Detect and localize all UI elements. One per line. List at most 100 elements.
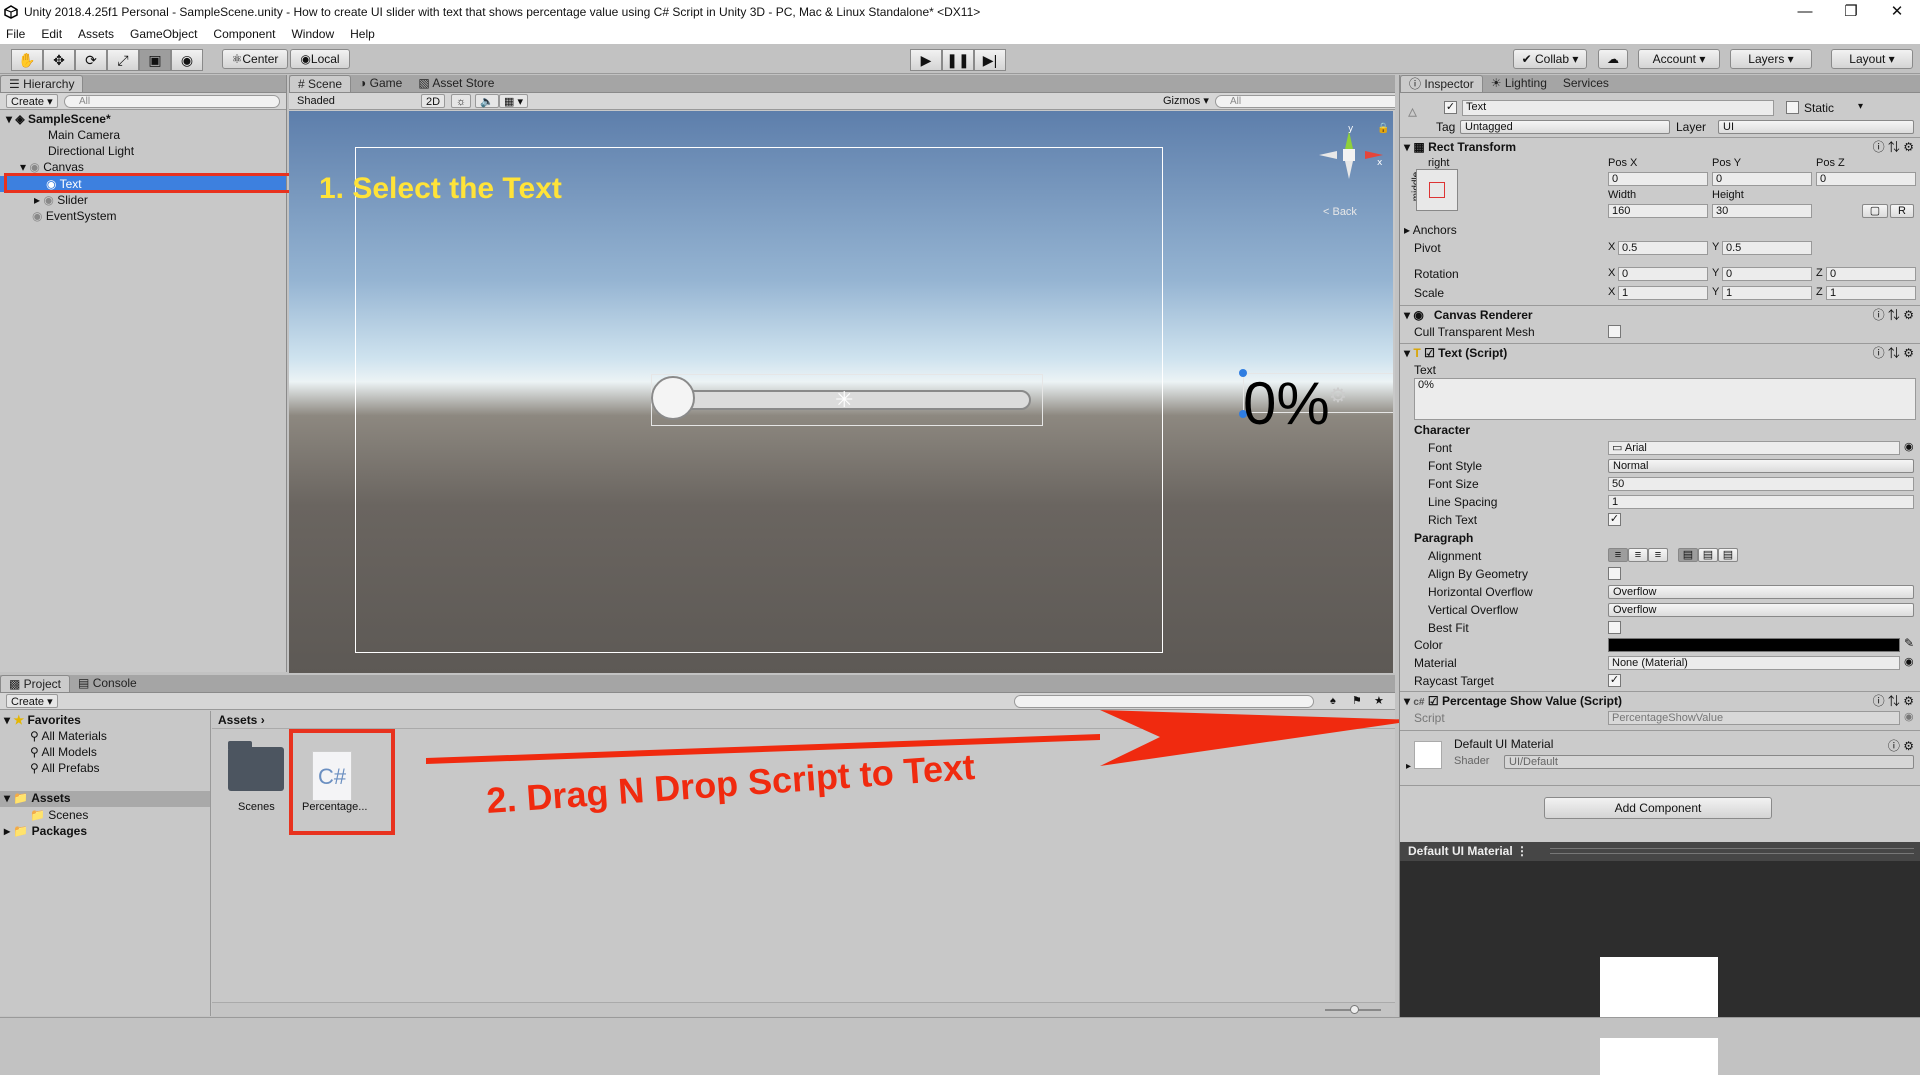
tab-inspector[interactable]: ⓘ Inspector xyxy=(1400,75,1483,92)
layers-dropdown[interactable]: Layers ▾ xyxy=(1730,49,1812,69)
folder-icon[interactable] xyxy=(228,747,284,791)
align-bottom-icon[interactable]: ▤ xyxy=(1718,548,1738,562)
raycast-checkbox[interactable]: ✓ xyxy=(1608,674,1621,687)
best-fit-checkbox[interactable] xyxy=(1608,621,1621,634)
align-right-icon[interactable]: ≡ xyxy=(1648,548,1668,562)
component-menu-icons[interactable]: ⓘ ⇅ ⚙ xyxy=(1873,306,1914,324)
pivot-center-button[interactable]: ⚛ Center xyxy=(222,49,288,69)
list-item[interactable]: Directional Light xyxy=(0,143,286,159)
line-spacing-field[interactable]: 1 xyxy=(1608,495,1914,509)
text-content-textarea[interactable]: 0% xyxy=(1414,378,1916,420)
posx-field[interactable]: 0 xyxy=(1608,172,1708,186)
scale-z-field[interactable]: 1 xyxy=(1826,286,1916,300)
static-dropdown-icon[interactable]: ▾ xyxy=(1858,101,1863,112)
align-left-icon[interactable]: ≡ xyxy=(1608,548,1628,562)
component-menu-icons[interactable]: ⓘ ⚙ xyxy=(1888,737,1914,754)
preview-header[interactable]: Default UI Material ⋮ xyxy=(1400,842,1920,861)
rect-transform-header[interactable]: ▾ ▦ Rect Transform ⓘ ⇅ ⚙ xyxy=(1400,137,1920,155)
cull-checkbox[interactable] xyxy=(1608,325,1621,338)
preview-drag-handle[interactable] xyxy=(1550,848,1914,854)
list-item[interactable]: Main Camera xyxy=(0,127,286,143)
component-menu-icons[interactable]: ⓘ ⇅ ⚙ xyxy=(1873,692,1914,710)
tab-game[interactable]: ◑ Game xyxy=(351,75,410,92)
tab-hierarchy[interactable]: ☰ Hierarchy xyxy=(0,75,84,92)
list-item[interactable]: ▸ ◉ Slider xyxy=(0,192,286,208)
list-item[interactable]: ⚲ All Prefabs xyxy=(30,761,100,775)
anchor-preset-button[interactable] xyxy=(1416,169,1458,211)
cloud-button[interactable]: ☁ xyxy=(1598,49,1628,69)
percent-text[interactable]: 0% xyxy=(1243,374,1330,434)
gizmos-dropdown[interactable]: Gizmos ▾ xyxy=(1159,94,1213,108)
pivot-x-field[interactable]: 0.5 xyxy=(1618,241,1708,255)
tab-console[interactable]: ▤ Console xyxy=(70,675,145,692)
text-script-header[interactable]: ▾ T ☑ Text (Script) ⓘ ⇅ ⚙ xyxy=(1400,343,1920,361)
blueprint-mode-icon[interactable]: ▢ xyxy=(1862,204,1888,218)
align-geometry-checkbox[interactable] xyxy=(1608,567,1621,580)
object-name-field[interactable]: Text xyxy=(1462,100,1774,116)
space-local-button[interactable]: ◉ Local xyxy=(290,49,350,69)
component-menu-icons[interactable]: ⓘ ⇅ ⚙ xyxy=(1873,138,1914,156)
maximize-icon[interactable]: ❐ xyxy=(1828,0,1874,24)
percentage-script-header[interactable]: ▾ c# ☑ Percentage Show Value (Script) ⓘ … xyxy=(1400,691,1920,709)
menu-help[interactable]: Help xyxy=(350,27,375,41)
rotate-tool-icon[interactable]: ⟳ xyxy=(75,49,107,71)
audio-toggle-icon[interactable]: 🔈 xyxy=(475,94,499,108)
list-item[interactable]: 📁 Scenes xyxy=(30,808,88,822)
menu-component[interactable]: Component xyxy=(213,27,275,41)
step-icon[interactable]: ▶| xyxy=(974,49,1006,71)
font-style-dropdown[interactable]: Normal xyxy=(1608,459,1914,473)
tab-lighting[interactable]: ☀ Lighting xyxy=(1483,75,1555,92)
anchors-foldout[interactable]: ▸ Anchors xyxy=(1404,223,1457,237)
packages-node[interactable]: ▸ 📁 Packages xyxy=(4,824,87,838)
tab-asset-store[interactable]: ▧ Asset Store xyxy=(410,75,502,92)
font-size-field[interactable]: 50 xyxy=(1608,477,1914,491)
slider-handle[interactable] xyxy=(651,376,695,420)
scale-tool-icon[interactable]: ⤢ xyxy=(107,49,139,71)
tag-dropdown[interactable]: Untagged xyxy=(1460,120,1670,134)
scale-y-field[interactable]: 1 xyxy=(1722,286,1812,300)
height-field[interactable]: 30 xyxy=(1712,204,1812,218)
lighting-toggle-icon[interactable]: ☼ xyxy=(451,94,472,108)
mode-2d-button[interactable]: 2D xyxy=(421,94,446,108)
menu-file[interactable]: File xyxy=(6,27,25,41)
assets-node[interactable]: ▾ 📁 Assets xyxy=(0,791,210,807)
posy-field[interactable]: 0 xyxy=(1712,172,1812,186)
raw-edit-button[interactable]: R xyxy=(1890,204,1914,218)
horizontal-overflow-dropdown[interactable]: Overflow xyxy=(1608,585,1914,599)
object-picker-icon[interactable]: ◉ xyxy=(1904,440,1914,453)
collab-button[interactable]: ✔ Collab ▾ xyxy=(1513,49,1587,69)
vertical-overflow-dropdown[interactable]: Overflow xyxy=(1608,603,1914,617)
tab-services[interactable]: Services xyxy=(1555,75,1617,92)
enabled-check-icon[interactable]: ☑ xyxy=(1424,346,1435,360)
menu-gameobject[interactable]: GameObject xyxy=(130,27,197,41)
hand-tool-icon[interactable]: ✋ xyxy=(11,49,43,71)
close-icon[interactable]: ✕ xyxy=(1874,0,1920,24)
account-dropdown[interactable]: Account ▾ xyxy=(1638,49,1720,69)
scene-search-input[interactable]: All xyxy=(1215,95,1395,108)
align-center-icon[interactable]: ≡ xyxy=(1628,548,1648,562)
menu-window[interactable]: Window xyxy=(291,27,334,41)
scene-root[interactable]: ▾ ◈ SampleScene* xyxy=(0,111,286,127)
lock-icon[interactable]: 🔒 xyxy=(1377,123,1389,134)
orientation-gizmo-icon[interactable]: y x xyxy=(1315,125,1387,203)
tab-scene[interactable]: # Scene xyxy=(289,75,352,92)
hierarchy-create-button[interactable]: Create ▾ xyxy=(6,94,58,108)
rot-y-field[interactable]: 0 xyxy=(1722,267,1812,281)
width-field[interactable]: 160 xyxy=(1608,204,1708,218)
asset-scenes-label[interactable]: Scenes xyxy=(238,801,275,813)
transform-tool-icon[interactable]: ◉ xyxy=(171,49,203,71)
rot-x-field[interactable]: 0 xyxy=(1618,267,1708,281)
list-item[interactable]: ◉ EventSystem xyxy=(0,208,286,224)
tab-project[interactable]: ▩ Project xyxy=(0,675,71,692)
layer-dropdown[interactable]: UI xyxy=(1718,120,1914,134)
active-checkbox[interactable]: ✓ xyxy=(1444,101,1457,114)
effects-toggle-icon[interactable]: ▦ ▾ xyxy=(499,94,528,108)
align-top-icon[interactable]: ▤ xyxy=(1678,548,1698,562)
rich-text-checkbox[interactable]: ✓ xyxy=(1608,513,1621,526)
shading-dropdown[interactable]: Shaded xyxy=(293,94,409,108)
add-component-button[interactable]: Add Component xyxy=(1544,797,1772,819)
list-item[interactable]: ⚲ All Materials xyxy=(30,729,107,743)
rect-tool-icon[interactable]: ▣ xyxy=(139,49,171,71)
scale-x-field[interactable]: 1 xyxy=(1618,286,1708,300)
zoom-slider-handle[interactable] xyxy=(1350,1005,1359,1014)
